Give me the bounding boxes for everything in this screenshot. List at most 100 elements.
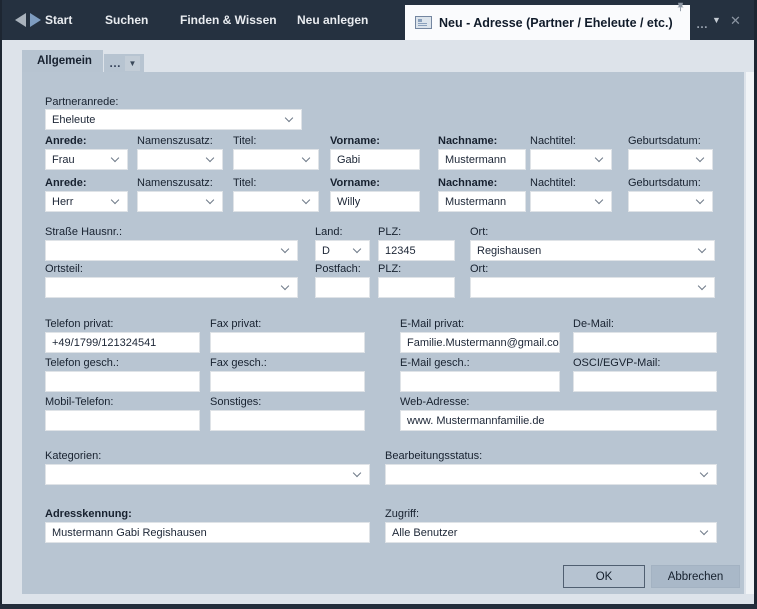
application-window: Start Suchen Finden & Wissen Neu anlegen… [0,0,757,609]
ort-postfach-combobox[interactable] [470,277,715,298]
nav-forward-icon[interactable] [30,13,41,27]
window-border-bottom [0,604,757,609]
sonstiges-input[interactable] [210,410,365,431]
web-input[interactable]: www. Mustermannfamilie.de [400,410,717,431]
vorname-label: Vorname: [330,177,380,189]
mobil-input[interactable] [45,410,200,431]
anrede-combobox[interactable]: Frau [45,149,128,170]
telefon-gesch-input[interactable] [45,371,200,392]
nachtitel-combobox[interactable] [530,191,612,212]
namenszusatz-label: Namenszusatz: [137,177,213,189]
adresskennung-label: Adresskennung: [45,508,132,520]
nav-item-finden-wissen[interactable]: Finden & Wissen [180,0,277,40]
sonstiges-label: Sonstiges: [210,396,261,408]
nachname-input[interactable]: Mustermann [438,191,526,212]
mobil-label: Mobil-Telefon: [45,396,113,408]
osci-mail-label: OSCI/EGVP-Mail: [573,357,660,369]
document-tab-title: Neu - Adresse (Partner / Eheleute / etc.… [439,16,673,30]
pin-icon[interactable] [676,2,685,12]
titel-combobox[interactable] [233,149,319,170]
tab-list-dropdown-icon[interactable]: ▼ [712,15,721,25]
ort-postfach-label: Ort: [470,263,488,275]
nav-back-icon[interactable] [15,13,26,27]
nav-item-start[interactable]: Start [45,0,72,40]
adresskennung-input[interactable]: Mustermann Gabi Regishausen [45,522,370,543]
zugriff-combobox[interactable]: Alle Benutzer [385,522,717,543]
namenszusatz-combobox[interactable] [137,149,223,170]
nachname-label: Nachname: [438,135,497,147]
ortsteil-label: Ortsteil: [45,263,83,275]
geburtsdatum-combobox[interactable] [628,149,713,170]
scrollbar-track[interactable] [746,72,754,594]
chevron-down-icon [206,195,214,203]
titel-label: Titel: [233,177,256,189]
nachname-input[interactable]: Mustermann [438,149,526,170]
plz-input[interactable]: 12345 [378,240,455,261]
chevron-down-icon [700,526,708,534]
vorname-input[interactable]: Gabi [330,149,420,170]
chevron-down-icon [111,153,119,161]
email-gesch-input[interactable] [400,371,560,392]
web-label: Web-Adresse: [400,396,470,408]
ortsteil-combobox[interactable] [45,277,298,298]
tab-more-label: … [109,56,121,70]
vorname-input[interactable]: Willy [330,191,420,212]
osci-mail-input[interactable] [573,371,717,392]
namenszusatz-combobox[interactable] [137,191,223,212]
fax-privat-label: Fax privat: [210,318,261,330]
document-tab-active[interactable]: Neu - Adresse (Partner / Eheleute / etc.… [405,5,690,40]
partneranrede-value: Eheleute [52,114,95,126]
ort-value: Regishausen [477,245,541,257]
plz-postfach-input[interactable] [378,277,455,298]
chevron-down-icon [285,113,293,121]
email-gesch-label: E-Mail gesch.: [400,357,470,369]
telefon-gesch-label: Telefon gesch.: [45,357,119,369]
tab-more-dropdown-icon[interactable]: ▼ [125,56,140,71]
chevron-down-icon [698,281,706,289]
namenszusatz-label: Namenszusatz: [137,135,213,147]
close-tab-icon[interactable]: ✕ [730,13,741,29]
chevron-down-icon [281,281,289,289]
fax-privat-input[interactable] [210,332,365,353]
nachtitel-label: Nachtitel: [530,177,576,189]
postfach-input[interactable] [315,277,370,298]
kategorien-combobox[interactable] [45,464,370,485]
fax-gesch-input[interactable] [210,371,365,392]
geburtsdatum-combobox[interactable] [628,191,713,212]
strasse-combobox[interactable] [45,240,298,261]
anrede-value: Herr [52,196,73,208]
land-combobox[interactable]: D [315,240,370,261]
nav-item-suchen[interactable]: Suchen [105,0,148,40]
chevron-down-icon [281,244,289,252]
tab-more[interactable]: … ▼ [104,54,144,72]
telefon-privat-input[interactable]: +49/1799/121324541 [45,332,200,353]
land-label: Land: [315,226,343,238]
anrede-combobox[interactable]: Herr [45,191,128,212]
zugriff-value: Alle Benutzer [392,527,457,539]
nachtitel-label: Nachtitel: [530,135,576,147]
partneranrede-combobox[interactable]: Eheleute [45,109,302,130]
bearbeitungsstatus-combobox[interactable] [385,464,717,485]
chevron-down-icon [696,195,704,203]
chevron-down-icon [700,468,708,476]
cancel-button[interactable]: Abbrechen [651,565,740,588]
ok-button[interactable]: OK [563,565,645,588]
ort-combobox[interactable]: Regishausen [470,240,715,261]
de-mail-input[interactable] [573,332,717,353]
chevron-down-icon [595,195,603,203]
titel-combobox[interactable] [233,191,319,212]
anrede-value: Frau [52,154,75,166]
partneranrede-label: Partneranrede: [45,96,118,108]
nachtitel-combobox[interactable] [530,149,612,170]
chevron-down-icon [206,153,214,161]
telefon-privat-label: Telefon privat: [45,318,113,330]
nav-item-neu-anlegen[interactable]: Neu anlegen [297,0,368,40]
chevron-down-icon [302,153,310,161]
email-privat-input[interactable]: Familie.Mustermann@gmail.com [400,332,560,353]
vorname-label: Vorname: [330,135,380,147]
kategorien-label: Kategorien: [45,450,101,462]
chevron-down-icon [353,468,361,476]
tab-allgemein[interactable]: Allgemein [22,50,103,72]
tab-overflow-ellipsis[interactable]: … [696,17,708,31]
de-mail-label: De-Mail: [573,318,614,330]
